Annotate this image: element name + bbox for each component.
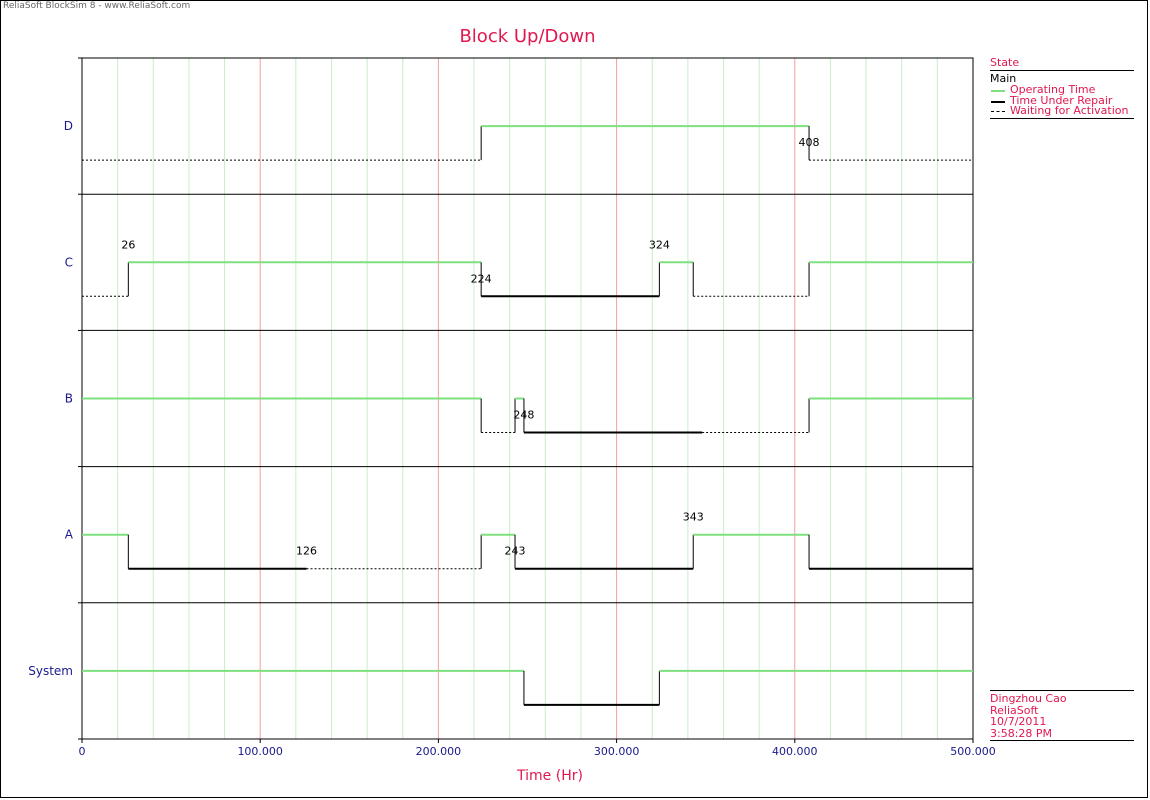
- block-label-d: D: [64, 119, 73, 133]
- legend-swatch-repair: [991, 100, 1005, 103]
- event-label: 224: [471, 272, 492, 285]
- x-tick-label: 300.000: [594, 745, 640, 758]
- footer-time: 3:58:28 PM: [990, 726, 1053, 740]
- block-label-b: B: [65, 392, 73, 406]
- x-tick-label: 500.000: [950, 745, 996, 758]
- legend-label-waiting: Waiting for Activation: [1010, 104, 1129, 117]
- x-tick-label: 100.000: [237, 745, 283, 758]
- footer-date: 10/7/2011: [990, 715, 1047, 728]
- legend-divider: [990, 117, 1134, 119]
- report-footer: Dingzhou Cao ReliaSoft 10/7/2011 3:58:28…: [990, 690, 1134, 739]
- event-label: 343: [683, 511, 704, 524]
- legend: State Main Operating Time Time Under Rep…: [990, 56, 1134, 119]
- x-tick-label: 200.000: [416, 745, 462, 758]
- event-label: 26: [121, 238, 135, 251]
- block-label-a: A: [65, 528, 74, 542]
- legend-title: State: [990, 56, 1134, 71]
- block-label-system: System: [28, 664, 73, 678]
- x-tick-label: 0: [79, 745, 86, 758]
- footer-divider: [990, 740, 1134, 741]
- event-label: 408: [799, 136, 820, 149]
- legend-swatch-waiting: [991, 111, 1005, 112]
- footer-author: Dingzhou Cao: [990, 692, 1067, 705]
- block-updown-chart: 0 100.000 200.000 300.000 400.000 500.000 D 408…: [28, 57, 996, 758]
- event-label: 126: [296, 545, 317, 558]
- block-label-c: C: [65, 255, 73, 269]
- x-axis-label: Time (Hr): [517, 768, 583, 784]
- event-label: 248: [513, 409, 534, 422]
- event-label: 243: [505, 545, 526, 558]
- event-label: 324: [649, 238, 670, 251]
- legend-swatch-operating: [991, 90, 1005, 92]
- x-tick-label: 400.000: [772, 745, 818, 758]
- legend-item-waiting: Waiting for Activation: [990, 104, 1134, 117]
